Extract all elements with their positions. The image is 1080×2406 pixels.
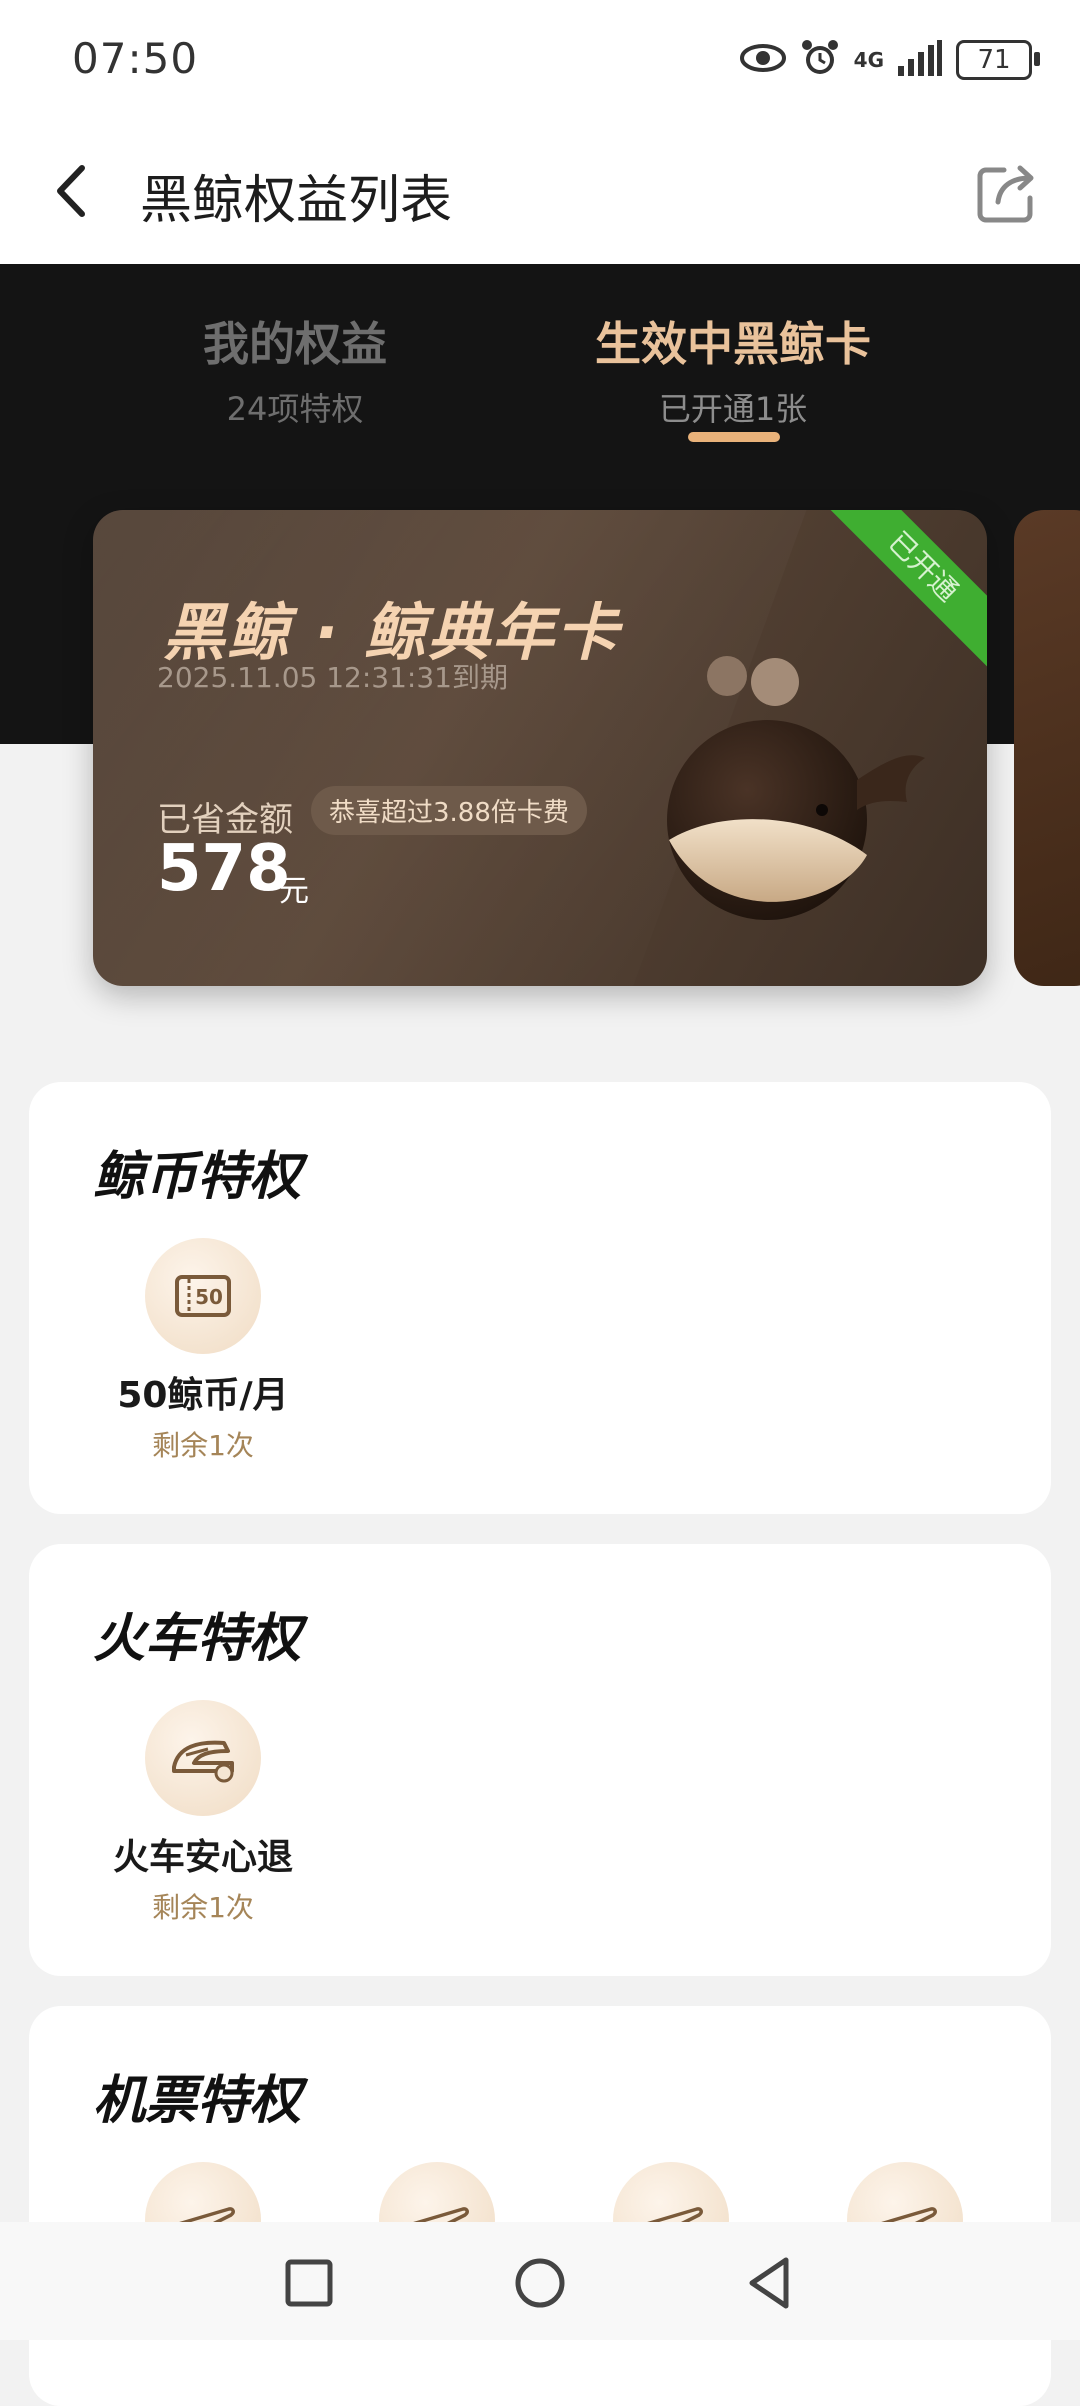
signal-icon [898,40,942,80]
benefit-remaining: 剩余1次 [152,1891,254,1924]
whale-mascot-icon [667,656,925,920]
triangle-back-icon [749,2257,789,2309]
circle-icon [515,2258,565,2308]
tab-my-benefits[interactable]: 我的权益 24项特权 [125,308,465,430]
square-icon [285,2259,333,2307]
benefit-remaining: 剩余1次 [152,1429,254,1462]
section-train-benefits: 火车特权 火车安心退 剩余1次 [29,1544,1051,1976]
tab-active-cards[interactable]: 生效中黑鲸卡 已开通1张 [563,308,903,430]
tab-active-indicator [688,432,780,442]
status-time: 07:50 [72,34,199,83]
card-expiry: 2025.11.05 12:31:31到期 [157,661,508,694]
share-icon [977,165,1034,223]
benefit-item[interactable]: 50 50鲸币/月 剩余1次 [93,1238,313,1464]
status-icons: 4G 71 [739,30,1040,90]
battery-level: 71 [977,45,1011,75]
savings-badge: 恭喜超过3.88倍卡费 [311,786,587,835]
train-icon [145,1700,261,1816]
tab-subtitle: 已开通1张 [658,390,808,428]
coin-ticket-icon: 50 [145,1238,261,1354]
page-title: 黑鲸权益列表 [140,171,453,231]
system-nav-bar [0,2222,1080,2340]
section-title: 鲸币特权 [93,1147,302,1207]
share-button[interactable] [970,158,1042,230]
chevron-left-icon [57,165,85,217]
tab-title: 生效中黑鲸卡 [595,317,871,371]
benefit-name: 火车安心退 [112,1837,293,1878]
next-card-peek[interactable] [1014,510,1080,986]
membership-card[interactable]: 黑鲸 · 鲸典年卡 2025.11.05 12:31:31到期 已省金额 恭喜超… [93,510,987,986]
saved-amount-unit: 元 [279,874,309,909]
home-button[interactable] [505,2248,575,2318]
saved-amount: 578 [157,832,291,906]
alarm-icon [800,38,840,82]
network-type: 4G [853,48,884,72]
svg-text:50: 50 [195,1285,223,1309]
recents-button[interactable] [274,2248,344,2318]
title-bar: 黑鲸权益列表 [0,118,1080,264]
benefit-name: 50鲸币/月 [117,1375,289,1416]
section-coin-benefits: 鲸币特权 50 50鲸币/月 剩余1次 [29,1082,1051,1514]
section-title: 火车特权 [93,1609,302,1669]
back-button[interactable] [40,156,110,226]
section-flight-benefits: 机票特权 [29,2006,1051,2406]
eye-icon [739,43,786,77]
tab-subtitle: 24项特权 [226,390,364,428]
benefit-item[interactable]: 火车安心退 剩余1次 [93,1700,313,1926]
battery-icon: 71 [956,40,1040,80]
section-title: 机票特权 [93,2071,302,2131]
back-nav-button[interactable] [736,2248,806,2318]
status-bar: 07:50 4G 71 [0,0,1080,118]
tab-title: 我的权益 [203,317,387,371]
